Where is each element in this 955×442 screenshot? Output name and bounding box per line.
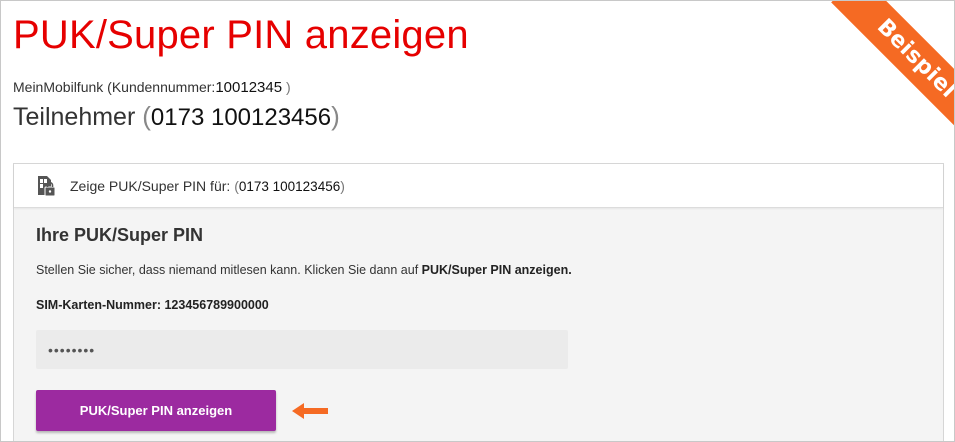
pin-masked-field[interactable]: •••••••• <box>36 330 568 369</box>
button-row: PUK/Super PIN anzeigen <box>36 390 921 431</box>
panel-body: Ihre PUK/Super PIN Stellen Sie sicher, d… <box>14 208 943 431</box>
account-close-paren: ) <box>285 79 291 95</box>
hint-text: Stellen Sie sicher, dass niemand mitlese… <box>36 262 921 278</box>
account-label: MeinMobilfunk (Kundennummer: <box>13 79 216 95</box>
section-title: Ihre PUK/Super PIN <box>36 225 204 245</box>
sim-card-number: SIM-Karten-Nummer: 123456789900000 <box>36 298 269 312</box>
page-title: PUK/Super PIN anzeigen <box>13 13 469 57</box>
panel-header-close-paren: ) <box>340 177 345 194</box>
panel-header: Zeige PUK/Super PIN für: (0173 100123456… <box>14 164 943 208</box>
subscriber-label: Teilnehmer <box>13 103 136 131</box>
sim-lock-icon <box>36 175 56 197</box>
subscriber-line: Teilnehmer (0173 100123456) <box>13 101 340 133</box>
show-puk-button[interactable]: PUK/Super PIN anzeigen <box>36 390 276 431</box>
example-ribbon-label: Beispiel <box>831 1 954 141</box>
arrow-left-icon <box>290 400 332 422</box>
panel-header-number: 0173 100123456 <box>238 178 341 194</box>
panel-header-label: Zeige PUK/Super PIN für: <box>70 177 231 194</box>
subscriber-open-paren: ( <box>142 101 151 131</box>
account-line: MeinMobilfunk (Kundennummer:10012345 ) <box>13 79 291 96</box>
puk-panel: Zeige PUK/Super PIN für: (0173 100123456… <box>13 163 944 441</box>
hint-text-bold: PUK/Super PIN anzeigen. <box>421 263 572 277</box>
subscriber-close-paren: ) <box>331 101 340 131</box>
hint-text-plain: Stellen Sie sicher, dass niemand mitlese… <box>36 263 422 277</box>
panel-header-text: Zeige PUK/Super PIN für: (0173 100123456… <box>70 178 345 194</box>
customer-number: 10012345 <box>215 79 283 96</box>
example-ribbon: Beispiel <box>804 1 954 141</box>
page-frame: PUK/Super PIN anzeigen MeinMobilfunk (Ku… <box>0 0 955 442</box>
subscriber-number: 0173 100123456 <box>150 104 332 131</box>
